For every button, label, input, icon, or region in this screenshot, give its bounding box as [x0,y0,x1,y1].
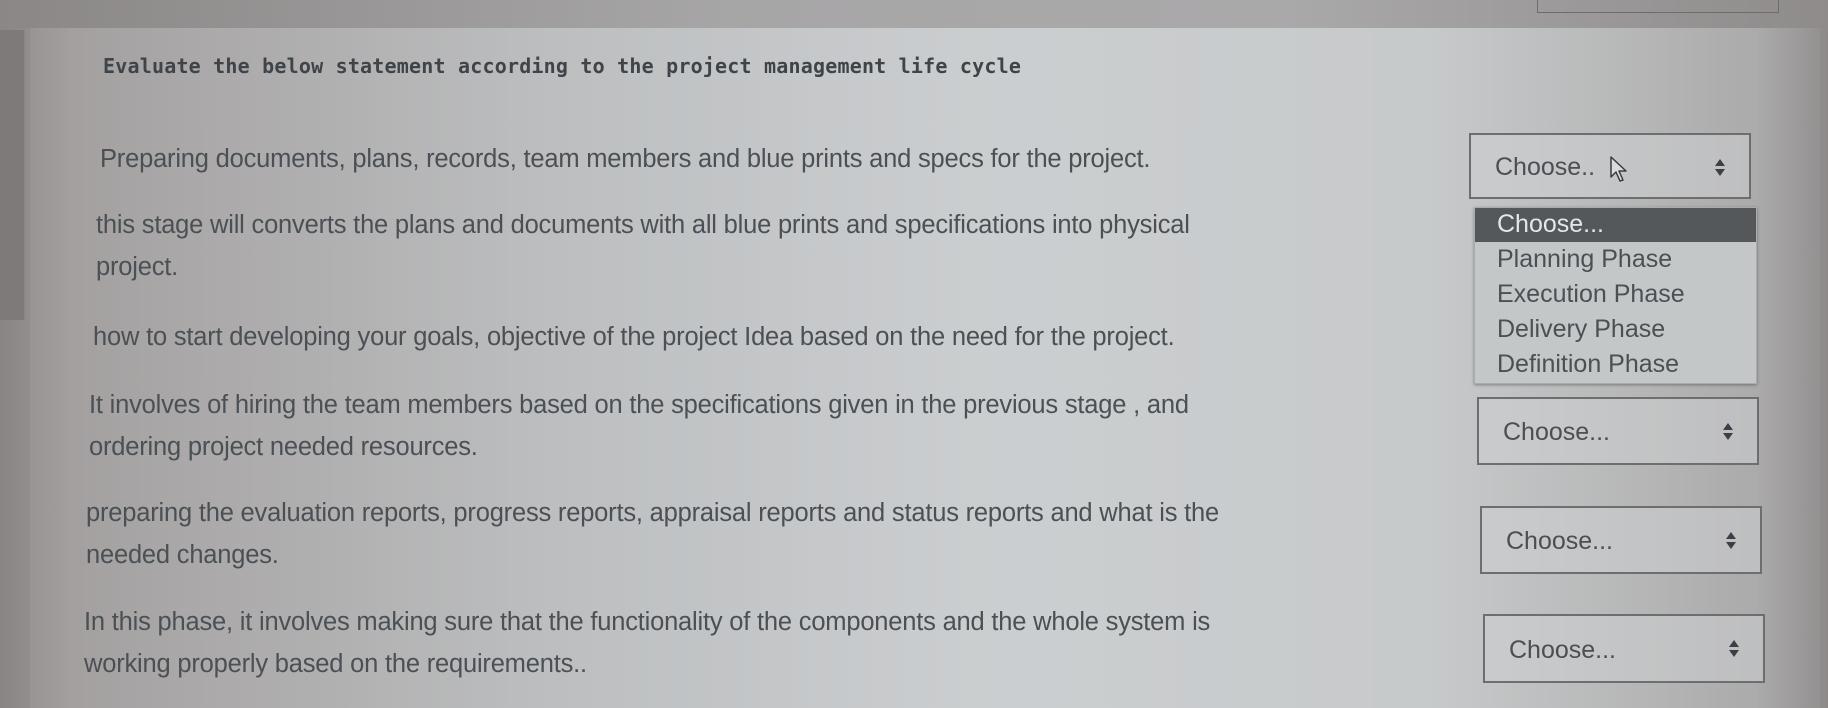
statement-line: In this phase, it involves making sure t… [84,608,1211,636]
up-down-arrows-icon [1726,530,1736,552]
dropdown-option-choose[interactable]: Choose... [1475,208,1756,242]
statement-line: ordering project needed resources. [89,433,478,461]
phase-select-1[interactable]: Choose.. [1469,133,1751,199]
dropdown-option-delivery[interactable]: Delivery Phase [1475,312,1756,347]
statement-line: Preparing documents, plans, records, tea… [100,145,1151,173]
statement-1: Preparing documents, plans, records, tea… [100,138,1151,180]
select-value: Choose... [1503,418,1611,446]
mouse-cursor-icon [1610,156,1627,182]
left-panel [0,30,25,320]
statement-line: preparing the evaluation reports, progre… [86,499,1220,527]
phase-dropdown-list[interactable]: Choose... Planning Phase Execution Phase… [1474,207,1757,384]
dropdown-option-execution[interactable]: Execution Phase [1475,277,1756,312]
statement-line: how to start developing your goals, obje… [93,323,1175,351]
statement-3: how to start developing your goals, obje… [93,316,1175,358]
up-down-arrows-icon [1729,638,1739,660]
question-instruction: Evaluate the below statement according t… [103,54,1022,78]
statement-4: It involves of hiring the team members b… [89,384,1189,468]
statement-line: project. [96,253,179,281]
statement-line: It involves of hiring the team members b… [89,391,1189,419]
select-value: Choose... [1506,527,1614,555]
up-down-arrows-icon [1715,157,1725,179]
statement-2: this stage will converts the plans and d… [96,204,1190,288]
phase-select-3[interactable]: Choose... [1477,397,1759,465]
statement-line: working properly based on the requiremen… [84,650,587,678]
phase-select-4[interactable]: Choose... [1480,506,1762,574]
top-box-outline [1537,0,1779,13]
dropdown-option-definition[interactable]: Definition Phase [1475,347,1756,382]
dropdown-option-planning[interactable]: Planning Phase [1475,242,1756,277]
statement-line: needed changes. [86,541,279,569]
statement-6: In this phase, it involves making sure t… [84,601,1210,685]
select-value: Choose.. [1495,153,1596,181]
statement-line: this stage will converts the plans and d… [96,211,1190,239]
select-value: Choose... [1509,636,1617,664]
statement-5: preparing the evaluation reports, progre… [86,492,1219,576]
up-down-arrows-icon [1723,421,1733,443]
phase-select-5[interactable]: Choose... [1483,614,1765,683]
